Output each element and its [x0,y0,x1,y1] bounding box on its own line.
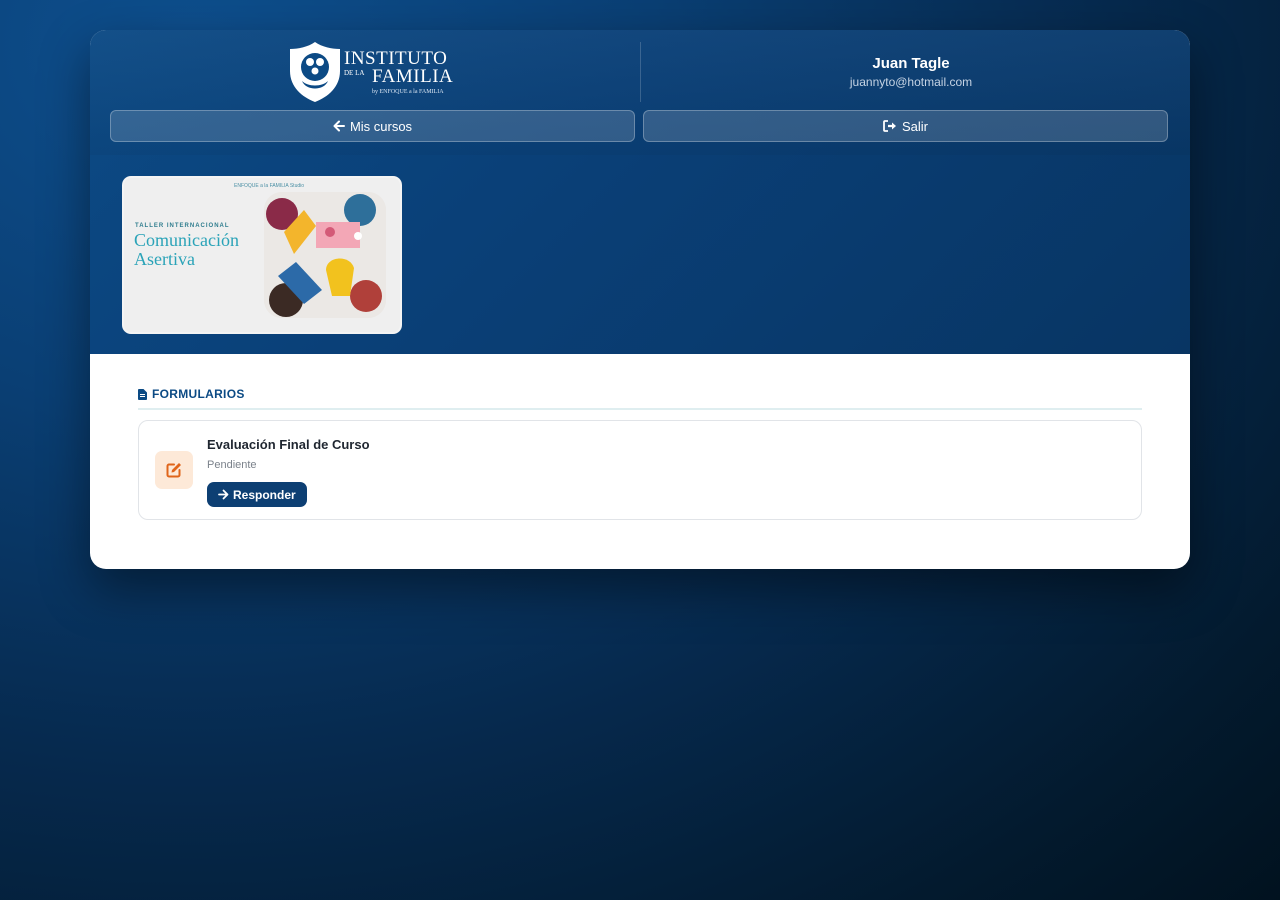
course-card: INSTITUTO DE LA FAMILIA by ENFOQUE a la … [90,30,1190,569]
logout-label: Salir [901,118,928,134]
logo-subtitle: by ENFOQUE a la FAMILIA [372,89,444,95]
respond-button[interactable]: Responder [207,482,307,507]
forms-section-title: FORMULARIOS [152,387,245,401]
arrow-right-icon [218,489,229,500]
shield-logo-icon [290,42,340,102]
form-title: Evaluación Final de Curso [207,437,370,452]
institute-logo[interactable]: INSTITUTO DE LA FAMILIA by ENFOQUE a la … [288,41,453,103]
arrow-left-icon [333,120,345,132]
user-email: juannyto@hotmail.com [849,75,973,89]
edit-icon [166,463,181,478]
respond-button-label: Responder [233,487,296,502]
banner-title: Comunicación Asertiva [134,231,239,269]
people-photo-illustration [264,192,386,318]
forms-section-header: FORMULARIOS [138,385,1142,403]
course-header-area: INSTITUTO DE LA FAMILIA by ENFOQUE a la … [90,30,1190,354]
form-status: Pendiente [207,459,257,471]
course-content: FORMULARIOS Evaluación Final de Curso Pe… [138,385,1142,520]
banner-brand: ENFOQUE a la FAMILIA Studio [234,183,305,189]
user-info: Juan Tagle juannyto@hotmail.com [641,54,1181,90]
my-courses-label: Mis cursos [349,118,413,134]
user-name: Juan Tagle [872,55,950,72]
logo-line2: FAMILIA [372,66,454,87]
form-list-item: Evaluación Final de Curso Pendiente Resp… [138,420,1142,520]
logo-line2-small: DE LA [344,69,365,77]
banner-photo [264,192,386,318]
my-courses-button[interactable]: Mis cursos [110,110,635,142]
file-icon [138,388,147,400]
banner-title-line2: Asertiva [134,249,195,269]
banner-title-line1: Comunicación [134,230,239,250]
section-divider [138,408,1142,410]
form-icon-box [155,451,193,489]
sign-out-icon [883,120,896,132]
banner-kicker: TALLER INTERNACIONAL [135,223,230,229]
course-banner-image[interactable]: ENFOQUE a la FAMILIA Studio TALLER INTER… [122,176,402,334]
logout-button[interactable]: Salir [643,110,1168,142]
